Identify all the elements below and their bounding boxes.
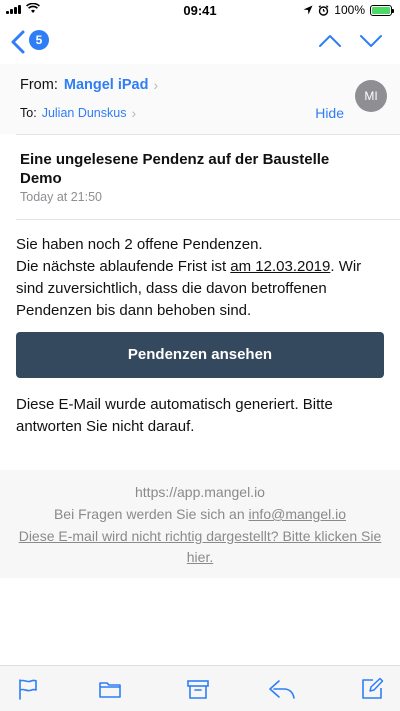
footer-contact-text: Bei Fragen werden Sie sich an <box>53 506 249 522</box>
from-row[interactable]: From: Mangel iPad › <box>20 77 158 93</box>
message-date: Today at 21:50 <box>20 190 103 204</box>
chevron-right-icon: › <box>131 105 137 121</box>
message-header: From: Mangel iPad › To: Julian Dunskus ›… <box>0 64 400 134</box>
to-row[interactable]: To: Julian Dunskus › <box>20 105 136 121</box>
hide-details-link[interactable]: Hide <box>315 105 344 121</box>
arrow-down-icon[interactable] <box>359 31 383 51</box>
auto-generated-note: Diese E-Mail wurde automatisch generiert… <box>16 396 333 435</box>
footer-url[interactable]: https://app.mangel.io <box>0 484 400 500</box>
reply-icon[interactable] <box>268 677 296 701</box>
bottom-toolbar <box>0 665 400 711</box>
from-label: From: <box>20 77 58 93</box>
to-recipient[interactable]: Julian Dunskus <box>42 106 127 120</box>
message-subject: Eine ungelesene Pendenz auf der Baustell… <box>20 151 330 187</box>
email-footer: https://app.mangel.io Bei Fragen werden … <box>0 470 400 578</box>
subject-divider <box>16 219 400 220</box>
status-right: 100% <box>303 3 394 17</box>
header-divider <box>16 134 400 135</box>
back-chevron-icon[interactable] <box>8 29 30 55</box>
battery-percent: 100% <box>334 3 365 17</box>
from-sender[interactable]: Mangel iPad <box>64 77 149 93</box>
message-body: Sie haben noch 2 offene Pendenzen. Die n… <box>16 234 386 322</box>
body-paragraph-2-before: Die nächste ablaufende Frist ist <box>16 258 231 275</box>
arrow-up-icon[interactable] <box>318 31 342 51</box>
compose-icon[interactable] <box>360 677 384 701</box>
chevron-right-icon: › <box>153 77 159 93</box>
to-label: To: <box>20 106 37 120</box>
footer-contact: Bei Fragen werden Sie sich an info@mange… <box>0 506 400 522</box>
view-tasks-button[interactable]: Pendenzen ansehen <box>16 332 384 378</box>
archive-icon[interactable] <box>186 677 210 701</box>
nav-bar: 5 <box>0 20 400 64</box>
location-icon <box>303 5 313 15</box>
body-paragraph-1: Sie haben noch 2 offene Pendenzen. <box>16 236 263 253</box>
status-bar: 09:41 100% <box>0 0 400 20</box>
deadline-date-link[interactable]: am 12.03.2019 <box>230 258 330 275</box>
avatar[interactable]: MI <box>355 80 387 112</box>
unread-count-badge[interactable]: 5 <box>29 30 49 50</box>
battery-icon <box>370 4 394 16</box>
folder-icon[interactable] <box>98 677 122 701</box>
flag-icon[interactable] <box>16 677 40 701</box>
contact-email-link[interactable]: info@mangel.io <box>249 506 347 522</box>
view-in-browser-link[interactable]: Diese E-mail wird nicht richtig dargeste… <box>10 526 390 568</box>
body-paragraph-2: Die nächste ablaufende Frist ist am 12.0… <box>16 256 386 322</box>
alarm-icon <box>318 4 329 16</box>
